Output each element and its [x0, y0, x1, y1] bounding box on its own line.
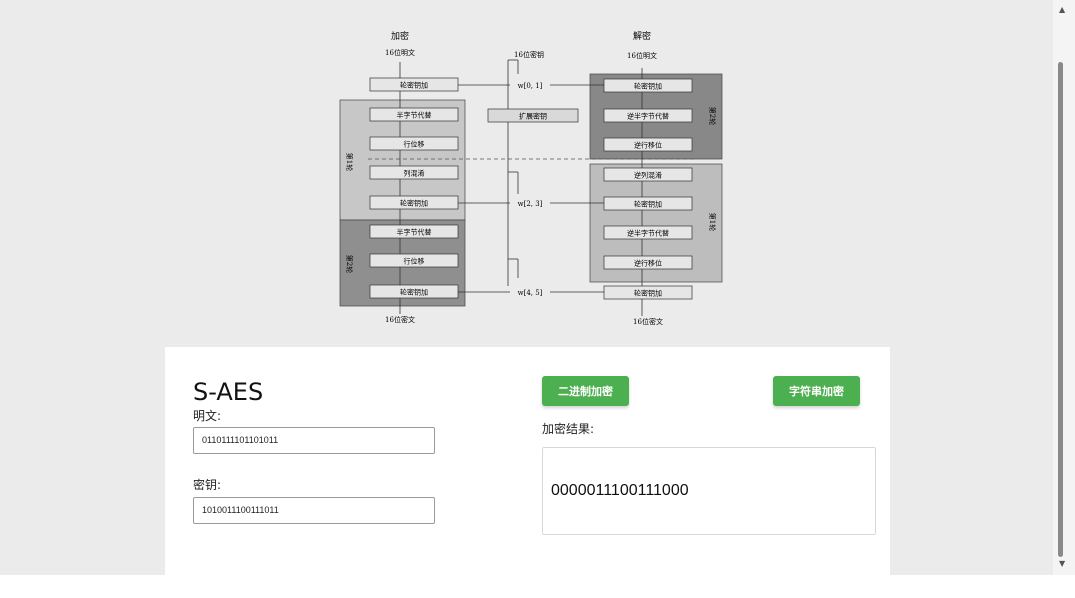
enc-block-7: 轮密钥加	[400, 288, 428, 297]
result-label: 加密结果:	[542, 422, 595, 436]
dec-block-0: 轮密钥加	[634, 82, 662, 91]
enc-block-0: 轮密钥加	[400, 81, 428, 90]
binary-encrypt-button[interactable]: 二进制加密	[542, 376, 629, 406]
dec-title: 解密	[633, 30, 651, 42]
dec-block-4: 轮密钥加	[634, 200, 662, 209]
plaintext-label: 明文:	[193, 409, 222, 423]
w23-label: w[2, 3]	[518, 200, 543, 208]
enc-block-3: 列混淆	[404, 169, 425, 178]
saes-form-card: S-AES 明文: 0110111101101011 密钥: 101001110…	[165, 347, 890, 575]
dec-block-3: 逆列混淆	[634, 171, 662, 180]
plaintext-input[interactable]: 0110111101101011	[193, 427, 435, 454]
enc-block-2: 行位移	[404, 140, 425, 149]
enc-block-6: 行位移	[404, 257, 425, 266]
w01-label: w[0, 1]	[518, 82, 543, 90]
enc-round2-label: 第2轮	[345, 255, 354, 273]
expand-key-label: 扩展密钥	[519, 112, 547, 121]
dec-round2-label: 第2轮	[708, 107, 717, 125]
saes-diagram: 加密 解密 16位明文 16位明文 16位密钥 扩展密钥 w[0, 1] w[2…	[332, 24, 732, 334]
scrollbar-thumb[interactable]	[1058, 62, 1063, 557]
result-value: 0000011100111000	[551, 482, 689, 499]
enc-plain-label: 16位明文	[385, 48, 415, 57]
key-label: 密钥:	[193, 478, 222, 492]
app-title: S-AES	[193, 378, 264, 406]
dec-plain-label: 16位明文	[627, 51, 657, 60]
saes-structure-figure: 加密 解密 16位明文 16位明文 16位密钥 扩展密钥 w[0, 1] w[2…	[339, 30, 723, 326]
dec-block-2: 逆行移位	[634, 141, 662, 150]
w45-label: w[4, 5]	[518, 289, 543, 297]
enc-title: 加密	[391, 30, 409, 42]
dec-block-6: 逆行移位	[634, 259, 662, 268]
enc-block-4: 轮密钥加	[400, 199, 428, 208]
enc-cipher-label: 16位密文	[385, 315, 415, 324]
bottom-strip	[0, 575, 1075, 598]
dec-cipher-label: 16位密文	[633, 317, 663, 326]
dec-block-5: 逆半字节代替	[627, 229, 669, 238]
vertical-scrollbar[interactable]: ▲ ▼	[1053, 0, 1075, 575]
result-output-box: 0000011100111000	[542, 447, 876, 535]
key-label: 16位密钥	[514, 50, 544, 59]
dec-round1-label: 第1轮	[708, 213, 717, 231]
string-encrypt-button[interactable]: 字符串加密	[773, 376, 860, 406]
enc-round1-label: 第1轮	[345, 153, 354, 171]
key-input[interactable]: 1010011100111011	[193, 497, 435, 524]
scroll-up-arrow-icon[interactable]: ▲	[1059, 6, 1065, 14]
scroll-down-arrow-icon[interactable]: ▼	[1059, 560, 1065, 568]
dec-block-7: 轮密钥加	[634, 289, 662, 298]
enc-block-1: 半字节代替	[397, 111, 432, 120]
page-background: 加密 解密 16位明文 16位明文 16位密钥 扩展密钥 w[0, 1] w[2…	[0, 0, 1053, 575]
enc-block-5: 半字节代替	[397, 228, 432, 237]
dec-block-1: 逆半字节代替	[627, 112, 669, 121]
